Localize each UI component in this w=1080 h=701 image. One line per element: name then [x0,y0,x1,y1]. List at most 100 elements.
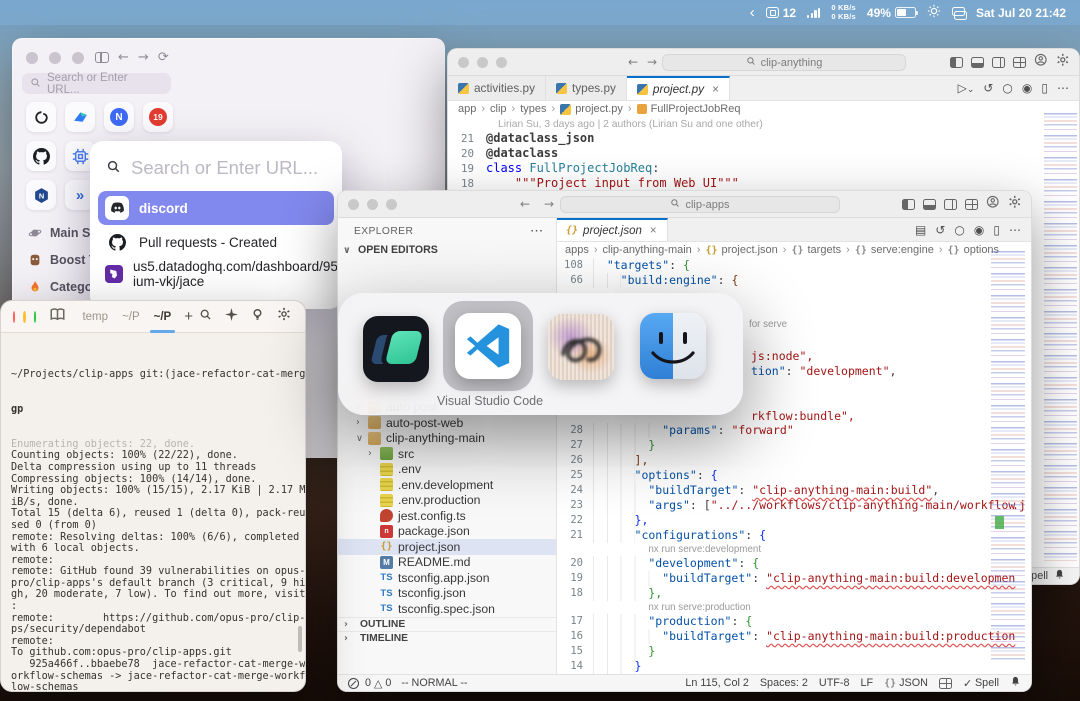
vscode-window-main[interactable]: ← → clip-apps {} [337,190,1032,692]
pinned-app-swirl-app[interactable] [26,102,56,132]
go-live-icon[interactable]: ◉ [1022,81,1032,95]
tree-item--env[interactable]: .env [338,462,556,478]
chevron-left-icon[interactable]: ‹ [750,2,755,24]
run-python-icon[interactable]: ▷⌄ [958,81,975,95]
outline-section[interactable]: ›OUTLINE [338,617,556,631]
command-palette[interactable]: Search or Enter URL... discordPull reque… [90,141,342,309]
network-speed-status[interactable]: 0 KB/s 0 KB/s [831,4,856,21]
window-stack-icon[interactable] [952,7,965,18]
code-line[interactable]: 21@dataclass_json [448,131,1079,146]
vs2-minimap[interactable] [991,251,1025,663]
cursor-position-status[interactable]: Ln 115, Col 2 [685,677,748,689]
tree-item--env-development[interactable]: .env.development [338,477,556,493]
breadcrumb-fullprojectjobreq[interactable]: FullProjectJobReq [637,103,741,115]
code-line[interactable]: 20@dataclass [448,146,1079,161]
breadcrumb-types[interactable]: types [520,103,546,115]
eol-status[interactable]: LF [860,677,873,689]
code-line[interactable]: 15} [557,644,1031,659]
forward-icon[interactable]: → [544,197,554,211]
pinned-app-github[interactable] [26,141,56,171]
terminal-tab-2[interactable]: ~/P [147,301,179,333]
tab-project-py[interactable]: project.py× [627,76,730,100]
toggle-sidebar-icon[interactable] [902,199,915,210]
tree-item-tsconfig-json[interactable]: TStsconfig.json [338,586,556,602]
breadcrumb-clip-anything-main[interactable]: clip-anything-main [603,244,692,256]
scrollbar-thumb[interactable] [298,626,302,652]
code-line[interactable]: 20"development": { [557,556,1031,571]
settings-gear-icon[interactable] [1056,53,1070,72]
zoom-button[interactable] [386,199,397,210]
problems-status[interactable]: 0 △ 0 [348,677,391,690]
account-icon[interactable] [986,195,1000,214]
circle-icon[interactable]: ○ [954,223,964,237]
editor-layout-icon[interactable] [939,678,952,689]
tree-item-readme-md[interactable]: MREADME.md [338,555,556,571]
breadcrumb-clip[interactable]: clip [490,103,507,115]
breadcrumb-targets[interactable]: {}targets [791,244,841,256]
split-editor-icon[interactable]: ▯ [1041,81,1048,95]
battery-menu-item[interactable]: 49% [867,6,916,20]
breadcrumb-app[interactable]: app [458,103,476,115]
tree-item-project-json[interactable]: {}project.json [338,539,556,555]
close-button[interactable] [13,311,15,323]
settings-gear-icon[interactable] [277,307,291,326]
toggle-secondary-sidebar-icon[interactable] [992,57,1005,68]
terminal-tab-1[interactable]: ~/P [115,301,147,333]
tips-lightbulb-icon[interactable] [251,308,264,326]
minimize-button[interactable] [49,52,61,64]
notifications-bell-icon[interactable] [1010,676,1021,690]
forward-icon[interactable]: → [647,55,657,69]
tab-activities-py[interactable]: activities.py [448,76,546,100]
minimize-button[interactable] [477,57,488,68]
tab-types-py[interactable]: types.py [546,76,627,100]
go-live-icon[interactable]: ◉ [974,223,984,237]
zoom-button[interactable] [72,52,84,64]
chevron-down-icon[interactable]: ∨ [343,245,355,256]
back-icon[interactable]: ← [118,51,129,64]
tree-item-package-json[interactable]: npackage.json [338,524,556,540]
tree-item--env-production[interactable]: .env.production [338,493,556,509]
toggle-panel-icon[interactable] [971,57,984,68]
code-line[interactable]: 26], [557,453,1031,468]
breadcrumb-project-py[interactable]: project.py [560,103,623,115]
new-tab-icon[interactable]: + [178,308,199,325]
minimize-button[interactable] [367,199,378,210]
code-line[interactable]: 18 """Project input from Web UI""" [448,176,1079,191]
bookmarks-icon[interactable] [50,307,65,327]
toggle-panel-icon[interactable] [923,199,936,210]
more-actions-icon[interactable]: ⋯ [1009,223,1021,237]
tree-item-tsconfig-app-json[interactable]: TStsconfig.app.json [338,570,556,586]
more-actions-icon[interactable]: ··· [531,226,544,237]
account-icon[interactable] [1034,53,1048,72]
code-line[interactable]: 22}, [557,513,1031,528]
spell-status[interactable]: ✓ Spell [963,677,999,690]
toggle-secondary-sidebar-icon[interactable] [944,199,957,210]
vs1-command-center[interactable]: clip-anything [662,54,906,71]
breadcrumb-project-json[interactable]: {}project.json [705,244,777,256]
tab-project-json[interactable]: {} project.json × [556,218,668,241]
layout-grid-icon[interactable] [1013,57,1026,68]
zoom-button[interactable] [34,311,36,323]
sidebar-toggle-icon[interactable] [95,52,109,63]
tree-item-auto-post-web[interactable]: ›auto-post-web [338,415,556,431]
codelens[interactable]: nx run serve:development [557,543,1031,556]
vs2-explorer-panel[interactable]: EXPLORER ··· ∨ OPEN EDITORS ›audio-descr… [338,218,556,674]
breadcrumb-apps[interactable]: apps [565,244,589,256]
code-line[interactable]: 24"buildTarget": "clip-anything-main:bui… [557,483,1031,498]
terminal-tab-0[interactable]: temp [75,301,115,333]
palette-search-field[interactable]: Search or Enter URL... [90,141,342,189]
open-changes-icon[interactable]: ↺ [935,223,945,237]
tree-item-jest-config-ts[interactable]: jest.config.ts [338,508,556,524]
open-editors-header[interactable]: OPEN EDITORS [358,244,438,256]
code-line[interactable]: 17"production": { [557,614,1031,629]
circle-icon[interactable]: ○ [1002,81,1012,95]
stats-bars-icon[interactable] [807,8,820,18]
ai-sparkle-icon[interactable] [225,308,238,326]
code-line[interactable]: 23"args": ["../../workflows/clip-anythin… [557,498,1031,513]
back-icon[interactable]: ← [628,55,638,69]
code-line[interactable]: 19class FullProjectJobReq: [448,161,1079,176]
code-line[interactable]: 21"configurations": { [557,528,1031,543]
toggle-sidebar-icon[interactable] [950,57,963,68]
minimize-button[interactable] [23,311,25,323]
forward-icon[interactable]: → [138,51,149,64]
